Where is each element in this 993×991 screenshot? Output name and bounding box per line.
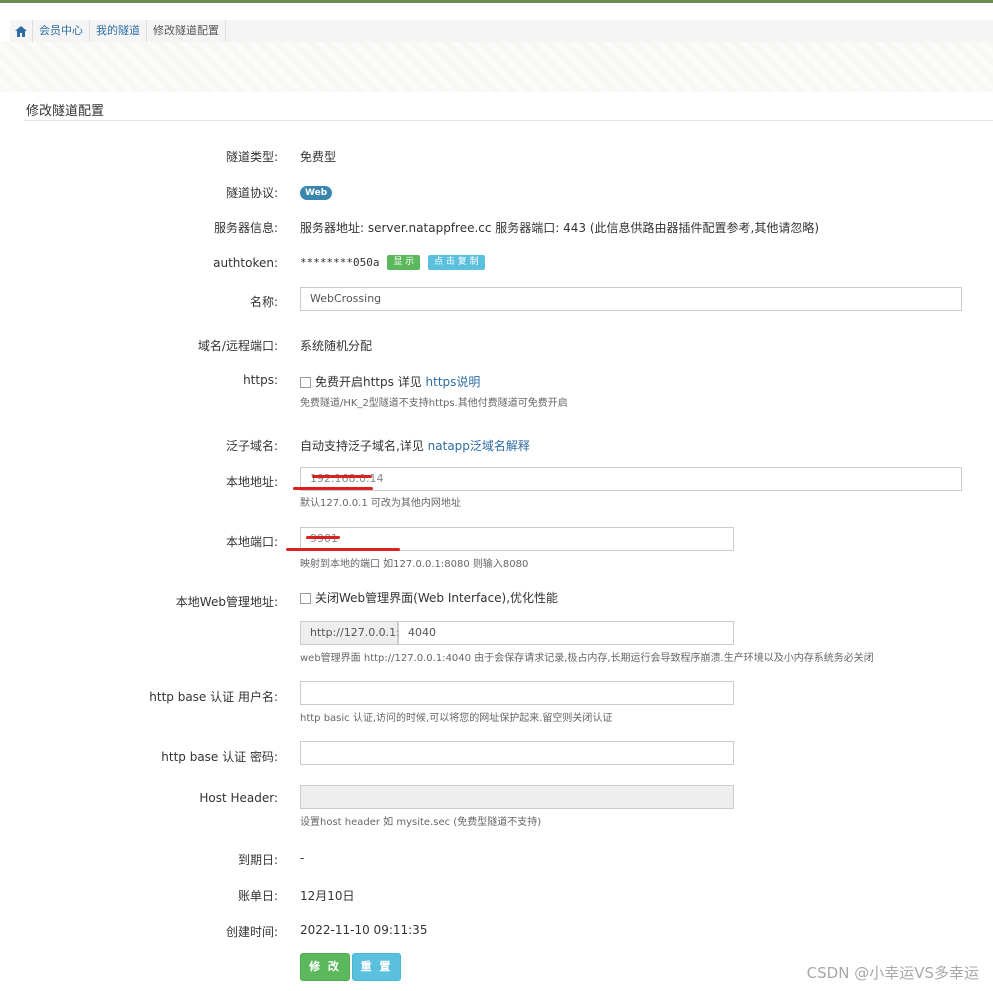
protocol-badge: Web	[300, 186, 333, 200]
background-band	[0, 42, 993, 92]
created-label: 创建时间:	[225, 925, 278, 939]
local-addr-label: 本地地址:	[225, 475, 278, 489]
redaction-mark	[312, 475, 372, 478]
host-header-help: 设置host header 如 mysite.sec (免费型隧道不支持)	[300, 817, 542, 828]
save-button[interactable]: 修 改	[300, 953, 350, 981]
wildcard-text: 自动支持泛子域名,详见	[300, 439, 424, 453]
host-header-input	[300, 785, 734, 809]
home-icon[interactable]	[10, 20, 33, 42]
redaction-mark	[306, 536, 340, 539]
breadcrumb-current: 修改隧道配置	[147, 20, 226, 42]
auth-user-help: http basic 认证,访问的时候,可以将您的网址保护起来.留空则关闭认证	[300, 713, 613, 724]
web-admin-checkbox[interactable]	[300, 593, 311, 604]
top-accent-line	[0, 0, 993, 3]
https-doc-link[interactable]: https说明	[426, 375, 481, 389]
show-token-button[interactable]: 显 示	[387, 255, 421, 270]
https-help: 免费隧道/HK_2型隧道不支持https.其他付费隧道可免费开启	[300, 398, 568, 409]
auth-user-input[interactable]	[300, 681, 734, 705]
breadcrumb-member-center[interactable]: 会员中心	[33, 20, 90, 42]
auth-pass-input[interactable]	[300, 741, 734, 765]
domain-value: 系统随机分配	[300, 339, 373, 353]
breadcrumb: 会员中心 我的隧道 修改隧道配置	[10, 20, 993, 43]
web-admin-port-input[interactable]: 4040	[398, 621, 734, 645]
local-port-label: 本地端口:	[225, 535, 278, 549]
copy-token-button[interactable]: 点 击 复 制	[428, 255, 485, 270]
https-label: https:	[243, 373, 278, 387]
wildcard-doc-link[interactable]: natapp泛域名解释	[428, 439, 530, 453]
reset-button[interactable]: 重 置	[352, 953, 401, 981]
local-addr-help: 默认127.0.0.1 可改为其他内网地址	[300, 498, 461, 509]
breadcrumb-my-tunnels[interactable]: 我的隧道	[90, 20, 147, 42]
auth-user-label: http base 认证 用户名:	[149, 690, 278, 704]
expire-label: 到期日:	[237, 853, 278, 867]
page-title: 修改隧道配置	[26, 104, 105, 119]
server-label: 服务器信息:	[213, 221, 278, 235]
type-label: 隧道类型:	[225, 150, 278, 164]
server-value: 服务器地址: server.natappfree.cc 服务器端口: 443 (…	[300, 221, 820, 235]
csdn-watermark: CSDN @小幸运VS多幸运	[806, 964, 979, 982]
https-checkbox-text: 免费开启https 详见	[315, 375, 422, 389]
domain-label: 域名/远程端口:	[197, 339, 278, 353]
web-admin-checkbox-text: 关闭Web管理界面(Web Interface),优化性能	[315, 591, 559, 605]
created-value: 2022-11-10 09:11:35	[300, 923, 428, 937]
billing-label: 账单日:	[237, 889, 278, 903]
wildcard-label: 泛子域名:	[225, 439, 278, 453]
redaction-mark	[286, 548, 400, 551]
web-admin-label: 本地Web管理地址:	[175, 595, 278, 609]
auth-pass-label: http base 认证 密码:	[161, 750, 278, 764]
type-value: 免费型	[300, 150, 337, 164]
web-admin-help: web管理界面 http://127.0.0.1:4040 由于会保存请求记录,…	[300, 653, 874, 664]
protocol-label: 隧道协议:	[225, 186, 278, 200]
authtoken-value: ********050a	[300, 256, 380, 269]
web-admin-addon: http://127.0.0.1:	[300, 621, 400, 645]
local-addr-input[interactable]: 192.168.0.14	[300, 467, 962, 491]
name-input[interactable]: WebCrossing	[300, 287, 962, 311]
redaction-mark	[293, 487, 373, 490]
authtoken-label: authtoken:	[213, 256, 278, 270]
divider	[24, 120, 993, 121]
billing-value: 12月10日	[300, 889, 355, 903]
local-port-help: 映射到本地的端口 如127.0.0.1:8080 则输入8080	[300, 559, 529, 570]
https-checkbox[interactable]	[300, 377, 311, 388]
expire-value: -	[300, 851, 305, 865]
name-label: 名称:	[249, 295, 278, 309]
host-header-label: Host Header:	[199, 791, 278, 805]
